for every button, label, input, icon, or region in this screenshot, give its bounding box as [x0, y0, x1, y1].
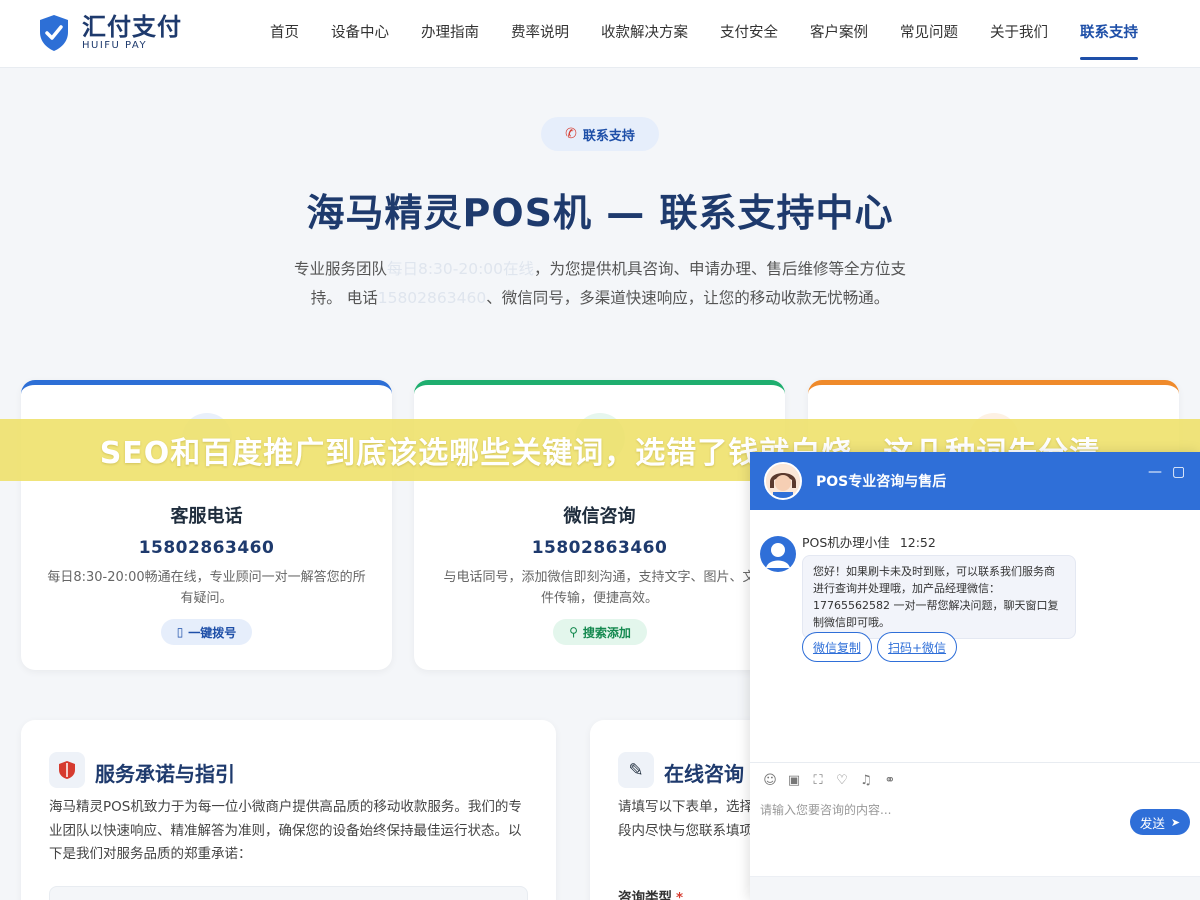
- phone-number: 15802863460: [138, 538, 275, 558]
- voice-icon[interactable]: ♫: [854, 769, 878, 793]
- agent-message: 您好！如果刷卡未及时到账，可以联系我们服务商进行查询并处理哦，加产品经理微信：1…: [802, 555, 1076, 639]
- search-add-button[interactable]: ⚲ 搜索添加: [553, 619, 647, 645]
- panel-title: 服务承诺与指引: [95, 762, 235, 786]
- nav-device-center[interactable]: 设备中心: [315, 0, 405, 68]
- nav-cases[interactable]: 客户案例: [794, 0, 884, 68]
- chat-title: POS专业咨询与售后: [816, 474, 947, 490]
- phone-highlight: 15802863460: [377, 289, 487, 307]
- maximize-icon[interactable]: ▢: [1172, 464, 1185, 480]
- nav-security[interactable]: 支付安全: [704, 0, 794, 68]
- logo[interactable]: 汇付支付 HUIFU PAY: [38, 14, 182, 52]
- site-header: 汇付支付 HUIFU PAY 首页 设备中心 办理指南 费率说明 收款解决方案 …: [0, 0, 1200, 68]
- logo-subname: HUIFU PAY: [82, 40, 148, 51]
- image-icon[interactable]: ▣: [782, 769, 806, 793]
- transfer-icon[interactable]: ⚭: [878, 769, 902, 793]
- agent-avatar: [760, 536, 796, 572]
- copy-wechat-button[interactable]: 微信复制: [802, 632, 872, 662]
- nav-faq[interactable]: 常见问题: [884, 0, 974, 68]
- emoji-icon[interactable]: ☺: [758, 769, 782, 793]
- chat-widget: POS专业咨询与售后 — ▢ POS机办理小佳 12:52 您好！如果刷卡未及时到…: [750, 452, 1200, 900]
- avatar: [764, 462, 802, 500]
- page-title: 海马精灵POS机 — 联系支持中心: [306, 191, 894, 235]
- wechat-number: 15802863460: [531, 538, 668, 558]
- screenshot-icon[interactable]: ⛶: [806, 769, 830, 793]
- panel-description: 海马精灵POS机致力于为每一位小微商户提供高品质的移动收款服务。我们的专业团队以…: [49, 799, 522, 862]
- send-button[interactable]: 发送 ➤: [1130, 809, 1190, 835]
- rating-icon[interactable]: ♡: [830, 769, 854, 793]
- consult-type-label: 咨询类型 *: [618, 890, 684, 900]
- dial-button[interactable]: ▯ 一键拨号: [161, 619, 252, 645]
- scan-wechat-button[interactable]: 扫码+微信: [877, 632, 957, 662]
- phone-icon: ✆: [565, 126, 577, 142]
- nav-guide[interactable]: 办理指南: [405, 0, 495, 68]
- section-pill-label: 联系支持: [582, 128, 635, 144]
- nav-home[interactable]: 首页: [254, 0, 315, 68]
- service-promise-panel: 服务承诺与指引 海马精灵POS机致力于为每一位小微商户提供高品质的移动收款服务。…: [21, 720, 556, 900]
- form-icon: ✎: [618, 752, 654, 788]
- chat-header: POS专业咨询与售后 — ▢: [750, 452, 1200, 510]
- minimize-icon[interactable]: —: [1148, 464, 1162, 480]
- chat-footer: [750, 876, 1200, 900]
- card-description: 每日8:30-20:00畅通在线，专业顾问一对一解答您的所有疑问。: [47, 570, 366, 606]
- message-time: 12:52: [899, 535, 936, 550]
- send-icon: ➤: [1170, 815, 1181, 829]
- agent-name: POS机办理小佳 12:52: [802, 535, 936, 550]
- nav-about[interactable]: 关于我们: [974, 0, 1064, 68]
- mobile-icon: ▯: [176, 625, 184, 639]
- nav-contact-support[interactable]: 联系支持: [1064, 0, 1154, 68]
- card-title: 客服电话: [170, 506, 243, 527]
- panel-description: 请填写以下表单，选择时段内尽快与您联系填项。: [618, 799, 767, 839]
- main-nav: 首页 设备中心 办理指南 费率说明 收款解决方案 支付安全 客户案例 常见问题 …: [254, 0, 1154, 68]
- panel-title: 在线咨询: [664, 762, 744, 786]
- search-icon: ⚲: [569, 625, 578, 639]
- logo-name: 汇付支付: [82, 13, 182, 41]
- nav-solutions[interactable]: 收款解决方案: [585, 0, 704, 68]
- chat-input[interactable]: [760, 800, 1120, 820]
- promise-list: [49, 886, 528, 900]
- page-description: 专业服务团队每日8:30-20:00在线，为您提供机具咨询、申请办理、售后维修等…: [293, 260, 907, 307]
- chat-toolbar: ☺ ▣ ⛶ ♡ ♫ ⚭: [750, 762, 1200, 798]
- shield-check-icon: [40, 15, 68, 51]
- card-title: 微信咨询: [563, 506, 636, 527]
- chat-messages: POS机办理小佳 12:52 您好！如果刷卡未及时到账，可以联系我们服务商进行查询…: [750, 510, 1200, 762]
- card-description: 与电话同号，添加微信即刻沟通，支持文字、图片、文件传输，便捷高效。: [443, 570, 756, 606]
- nav-rates[interactable]: 费率说明: [495, 0, 585, 68]
- section-pill: ✆ 联系支持: [541, 117, 659, 151]
- shield-icon: [49, 752, 85, 788]
- hours-highlight: 每日8:30-20:00在线: [386, 260, 535, 278]
